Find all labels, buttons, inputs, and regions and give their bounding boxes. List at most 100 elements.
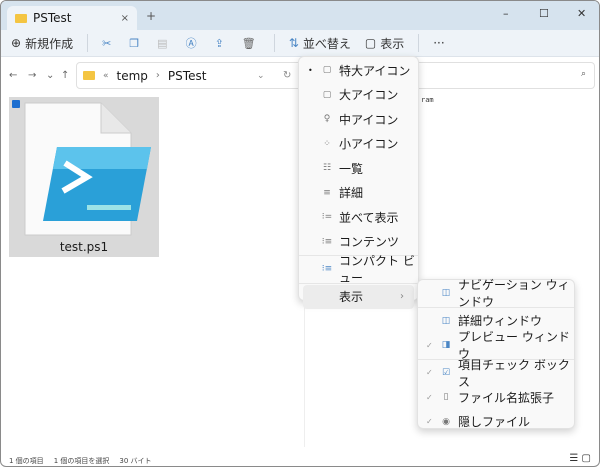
show-submenu: ◫ ナビゲーション ウィンドウ ◫ 詳細ウィンドウ ✓ ◨ プレビュー ウィンドウ ✓ ☑… — [417, 278, 575, 429]
delete-icon[interactable]: 🗑 — [242, 37, 256, 50]
tab-pstest[interactable]: PSTest × — [7, 6, 137, 30]
address-dropdown-icon[interactable]: ⌄ — [257, 71, 265, 81]
item-count: 1 個の項目 — [9, 457, 44, 465]
menu-label: ナビゲーション ウィンドウ — [458, 278, 570, 310]
menu-item-extra-large-icons[interactable]: • ▢ 特大アイコン — [299, 58, 418, 83]
small-icons-icon: ⁘ — [323, 138, 331, 149]
list-icon: ☷ — [322, 163, 332, 174]
paste-icon[interactable]: ▤ — [157, 37, 167, 50]
file-extension-icon: ▯ — [443, 392, 449, 403]
folder-icon — [15, 13, 27, 23]
new-button[interactable]: ⊕ 新規作成 — [11, 35, 73, 52]
menu-label: 隠しファイル — [458, 415, 531, 430]
menu-item-item-checkboxes[interactable]: ✓ ☑ 項目チェック ボックス — [418, 358, 574, 389]
menu-label: 小アイコン — [339, 137, 399, 152]
search-input[interactable]: ⌕ — [419, 62, 595, 89]
menu-label: 表示 — [339, 290, 364, 305]
folder-icon — [83, 71, 95, 80]
medium-icons-icon: ♀ — [323, 114, 331, 125]
tab-title: PSTest — [33, 11, 72, 25]
status-bar: 1 個の項目 1 個の項目を選択 30 バイト — [9, 456, 152, 466]
menu-item-preview-pane[interactable]: ✓ ◨ プレビュー ウィンドウ — [418, 330, 574, 361]
menu-item-compact-view[interactable]: ⁝≡ コンパクト ビュー — [299, 254, 418, 285]
check-icon: ✓ — [426, 417, 433, 427]
hidden-files-icon: ◉ — [442, 416, 450, 427]
check-icon: ✓ — [426, 368, 433, 378]
breadcrumb-temp[interactable]: temp — [117, 69, 148, 83]
extra-large-icons-icon: ▢ — [322, 65, 332, 76]
minimize-button[interactable]: – — [503, 7, 509, 20]
maximize-button[interactable]: ☐ — [539, 7, 549, 20]
menu-item-large-icons[interactable]: ▢ 大アイコン — [299, 83, 418, 108]
tiles-icon: ⁝= — [321, 212, 333, 223]
close-button[interactable]: ✕ — [577, 7, 586, 20]
divider — [418, 34, 420, 52]
rename-icon[interactable]: Ⓐ — [186, 35, 197, 51]
preview-pane-text: ram — [421, 96, 434, 104]
view-menu: • ▢ 特大アイコン ▢ 大アイコン ♀ 中アイコン ⁘ 小アイコン ☷ 一覧 ≡ 詳細 ⁝=… — [298, 56, 419, 309]
plus-circle-icon: ⊕ — [11, 36, 22, 50]
menu-item-details[interactable]: ≡ 詳細 — [299, 181, 418, 206]
selected-bullet: • — [308, 65, 313, 75]
breadcrumb-separator: › — [155, 70, 160, 81]
address-bar[interactable]: « temp › PSTest ⌄ ↻ — [76, 62, 304, 89]
view-label: 表示 — [380, 36, 405, 51]
divider — [273, 34, 275, 52]
selected-size: 30 バイト — [119, 457, 152, 465]
refresh-icon[interactable]: ↻ — [283, 70, 291, 81]
menu-label: 特大アイコン — [339, 63, 411, 78]
new-tab-button[interactable]: + — [146, 9, 156, 23]
file-item-test-ps1[interactable]: test.ps1 — [9, 97, 159, 257]
details-view-icon[interactable]: ☰ — [569, 453, 578, 464]
selected-count: 1 個の項目を選択 — [53, 457, 110, 465]
up-icon[interactable]: ↑ — [61, 70, 69, 81]
share-icon[interactable]: ⇪ — [215, 37, 224, 50]
check-icon: ✓ — [426, 340, 433, 350]
large-icons-icon: ▢ — [322, 89, 332, 100]
copy-icon[interactable]: ❐ — [129, 37, 139, 50]
menu-label: 一覧 — [339, 161, 364, 176]
divider — [87, 34, 89, 52]
title-bar: PSTest × + – ☐ ✕ — [1, 1, 599, 30]
sort-icon: ⇅ — [288, 36, 299, 50]
menu-label: コンパクト ビュー — [339, 254, 415, 286]
menu-item-file-extensions[interactable]: ✓ ▯ ファイル名拡張子 — [418, 385, 574, 410]
recent-chevron-icon[interactable]: ⌄ — [46, 70, 54, 81]
menu-item-list[interactable]: ☷ 一覧 — [299, 156, 418, 181]
more-button[interactable]: ··· — [433, 36, 444, 50]
view-button[interactable]: ▢ 表示 — [365, 35, 404, 52]
large-icons-view-icon[interactable]: ▢ — [582, 453, 591, 464]
navigation-pane-icon: ◫ — [441, 288, 451, 299]
new-label: 新規作成 — [25, 36, 74, 51]
menu-item-medium-icons[interactable]: ♀ 中アイコン — [299, 107, 418, 132]
sort-label: 並べ替え — [302, 36, 351, 51]
menu-item-small-icons[interactable]: ⁘ 小アイコン — [299, 132, 418, 157]
menu-label: 並べて表示 — [339, 210, 399, 225]
back-icon[interactable]: ← — [9, 70, 17, 81]
preview-pane-icon: ◨ — [441, 340, 451, 351]
search-icon: ⌕ — [580, 69, 586, 79]
overflow-breadcrumb[interactable]: « — [103, 71, 109, 81]
cut-icon[interactable]: ✂ — [102, 37, 111, 50]
view-icon: ▢ — [364, 36, 377, 50]
menu-item-navigation-pane[interactable]: ◫ ナビゲーション ウィンドウ — [418, 278, 574, 309]
menu-label: 大アイコン — [339, 88, 399, 103]
sort-button[interactable]: ⇅ 並べ替え — [289, 35, 351, 52]
item-checkbox-icon: ☑ — [441, 367, 451, 378]
menu-item-hidden-files[interactable]: ✓ ◉ 隠しファイル — [418, 410, 574, 435]
menu-item-tiles[interactable]: ⁝= 並べて表示 — [299, 205, 418, 230]
menu-label: コンテンツ — [339, 235, 400, 250]
menu-label: 中アイコン — [339, 112, 399, 127]
compact-view-icon: ⁝≡ — [321, 264, 333, 275]
powershell-file-icon — [24, 102, 151, 236]
menu-label: 詳細ウィンドウ — [458, 314, 543, 329]
menu-label: 詳細 — [339, 186, 364, 201]
breadcrumb-pstest[interactable]: PSTest — [168, 69, 206, 83]
menu-item-show[interactable]: 表示 › — [303, 284, 414, 309]
menu-label: ファイル名拡張子 — [458, 390, 555, 405]
chevron-right-icon: › — [400, 291, 404, 303]
menu-item-content[interactable]: ⁝≡ コンテンツ — [299, 230, 418, 255]
details-pane-icon: ◫ — [441, 315, 451, 326]
close-tab-button[interactable]: × — [121, 13, 129, 24]
forward-icon[interactable]: → — [28, 70, 36, 81]
